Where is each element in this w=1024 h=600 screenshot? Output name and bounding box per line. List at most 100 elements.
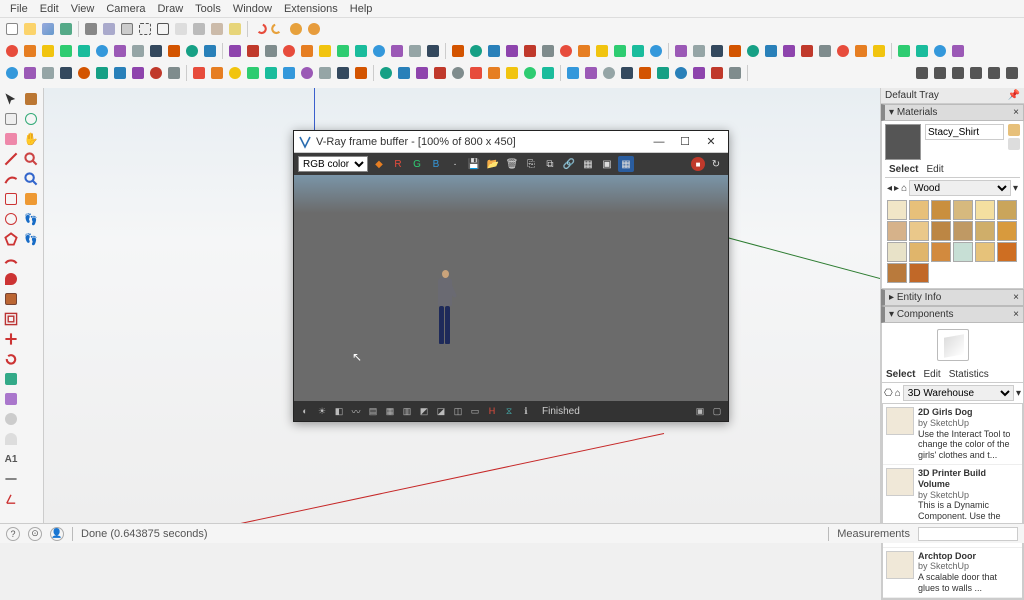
plugin-icon[interactable] <box>22 43 38 59</box>
plugin-icon[interactable] <box>148 65 164 81</box>
plugin-icon[interactable] <box>540 43 556 59</box>
plugin-icon[interactable] <box>601 65 617 81</box>
material-swatch[interactable] <box>997 242 1017 262</box>
protractor-icon[interactable] <box>2 430 20 448</box>
link-icon[interactable]: 🔗 <box>561 156 577 172</box>
material-swatch[interactable] <box>909 200 929 220</box>
plugin-icon[interactable] <box>781 43 797 59</box>
track-mouse-icon[interactable]: ▣ <box>599 156 615 172</box>
plugin-icon[interactable] <box>281 65 297 81</box>
material-swatch[interactable] <box>887 263 907 283</box>
stop-render-button[interactable]: ■ <box>691 157 705 171</box>
materials-header[interactable]: ▾ Materials × <box>881 104 1024 121</box>
plugin-icon[interactable] <box>468 43 484 59</box>
plugin-icon[interactable] <box>299 65 315 81</box>
close-icon[interactable]: × <box>1013 309 1019 320</box>
wireframe-icon[interactable] <box>155 21 171 37</box>
plugin-icon[interactable] <box>148 43 164 59</box>
entity-info-header[interactable]: ▸ Entity Info × <box>881 289 1024 306</box>
plugin-icon[interactable] <box>691 43 707 59</box>
plugin-icon[interactable] <box>914 43 930 59</box>
plugin-icon[interactable] <box>619 65 635 81</box>
lut-icon[interactable]: ▥ <box>400 404 414 418</box>
history-icon[interactable]: ⧉ <box>542 156 558 172</box>
eyedropper-icon[interactable] <box>1008 138 1020 150</box>
undo-icon[interactable] <box>252 21 268 37</box>
maximize-button[interactable]: ☐ <box>672 133 698 151</box>
component-item[interactable]: 2D Girls Dogby SketchUpUse the Interact … <box>883 404 1022 465</box>
wrench-icon[interactable] <box>306 21 322 37</box>
plugin-icon[interactable] <box>227 43 243 59</box>
close-button[interactable]: ✕ <box>698 133 724 151</box>
plugin-icon[interactable] <box>896 43 912 59</box>
back-icon[interactable]: ◂ <box>887 183 892 194</box>
material-swatch[interactable] <box>953 200 973 220</box>
menu-draw[interactable]: Draw <box>151 3 189 15</box>
stamp-icon[interactable]: ▭ <box>468 404 482 418</box>
plugin-icon[interactable] <box>504 65 520 81</box>
plugin-icon[interactable] <box>281 43 297 59</box>
plugin-icon[interactable] <box>184 43 200 59</box>
render-toolbar-icon[interactable] <box>950 65 966 81</box>
menu-camera[interactable]: Camera <box>100 3 151 15</box>
plugin-icon[interactable] <box>691 65 707 81</box>
render-toolbar-icon[interactable] <box>1004 65 1020 81</box>
plugin-icon[interactable] <box>540 65 556 81</box>
load-image-icon[interactable]: 📂 <box>485 156 501 172</box>
material-swatch[interactable] <box>975 221 995 241</box>
monochrome-icon[interactable] <box>227 21 243 37</box>
material-swatch[interactable] <box>931 221 951 241</box>
plugin-icon[interactable] <box>353 65 369 81</box>
plugin-icon[interactable] <box>4 43 20 59</box>
hidden-icon[interactable] <box>173 21 189 37</box>
plugin-icon[interactable] <box>245 65 261 81</box>
text-icon[interactable]: A1 <box>2 450 20 468</box>
plugin-icon[interactable] <box>576 43 592 59</box>
plugin-icon[interactable] <box>166 65 182 81</box>
plugin-icon[interactable] <box>130 43 146 59</box>
r-channel-button[interactable]: R <box>390 156 406 172</box>
plugin-icon[interactable] <box>709 43 725 59</box>
components-source-select[interactable]: 3D Warehouse <box>903 385 1014 401</box>
circle-icon[interactable] <box>2 210 20 228</box>
eraser-icon[interactable] <box>2 130 20 148</box>
menu-window[interactable]: Window <box>227 3 278 15</box>
menu-edit[interactable]: Edit <box>34 3 65 15</box>
fog-icon[interactable] <box>101 21 117 37</box>
bg-icon[interactable]: ▦ <box>383 404 397 418</box>
open-icon[interactable] <box>22 21 38 37</box>
close-icon[interactable]: × <box>1013 292 1019 303</box>
copy-icon[interactable]: ⎘ <box>523 156 539 172</box>
plugin-icon[interactable] <box>112 65 128 81</box>
plugin-icon[interactable] <box>40 43 56 59</box>
material-swatch[interactable] <box>953 221 973 241</box>
plugin-icon[interactable] <box>450 65 466 81</box>
plugin-icon[interactable] <box>648 43 664 59</box>
freehand-icon[interactable] <box>2 170 20 188</box>
render-toolbar-icon[interactable] <box>968 65 984 81</box>
srgb-icon[interactable]: ◫ <box>451 404 465 418</box>
color-correction-icon[interactable]: ◐ <box>298 404 312 418</box>
vfb-channel-select[interactable]: RGB color <box>298 156 368 172</box>
look-icon[interactable]: 👣 <box>22 230 40 248</box>
plugin-icon[interactable] <box>950 43 966 59</box>
plugin-icon[interactable] <box>612 43 628 59</box>
tape-icon[interactable] <box>2 410 20 428</box>
material-swatch[interactable] <box>953 242 973 262</box>
mono-channel-button[interactable]: · <box>447 156 463 172</box>
material-swatch[interactable] <box>887 242 907 262</box>
components-tab-stats[interactable]: Statistics <box>949 369 989 380</box>
dimension-icon[interactable] <box>2 470 20 488</box>
plugin-icon[interactable] <box>353 43 369 59</box>
plugin-icon[interactable] <box>655 65 671 81</box>
clear-image-icon[interactable]: 🗑 <box>504 156 520 172</box>
pan-icon[interactable]: ✋ <box>22 130 40 148</box>
plugin-icon[interactable] <box>317 65 333 81</box>
material-swatch[interactable] <box>997 200 1017 220</box>
plugin-icon[interactable] <box>4 65 20 81</box>
plugin-icon[interactable] <box>522 43 538 59</box>
zoom-extents-icon[interactable] <box>22 170 40 188</box>
arc-icon[interactable] <box>2 250 20 268</box>
plugin-icon[interactable] <box>871 43 887 59</box>
tray-pin-icon[interactable]: 📌 <box>1008 90 1020 101</box>
